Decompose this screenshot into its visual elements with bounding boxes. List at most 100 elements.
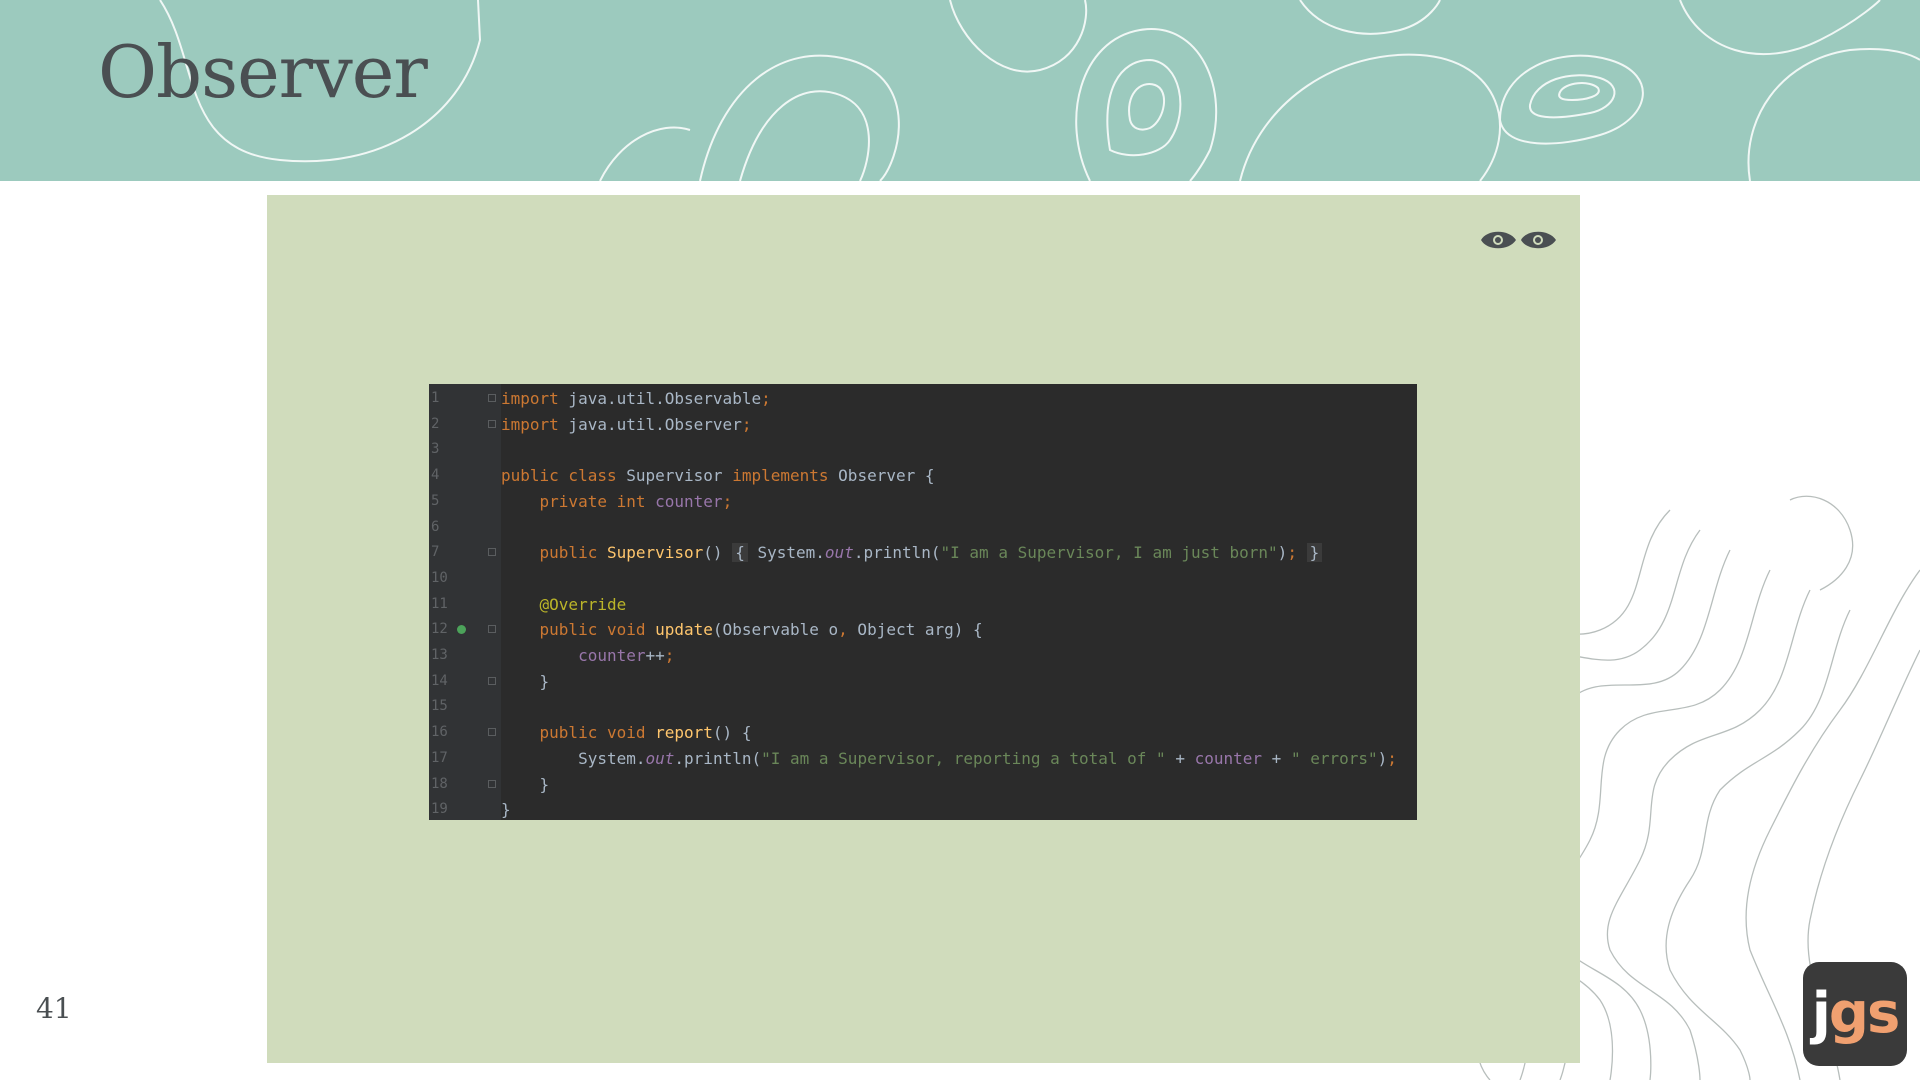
code-line: 14 }	[429, 669, 1417, 695]
code-line: 19}	[429, 797, 1417, 820]
code-token: ;	[664, 646, 675, 665]
code-token: System.	[747, 543, 825, 563]
jgs-logo: jgs	[1803, 962, 1907, 1066]
code-text: public void report() {	[501, 720, 752, 746]
code-token: )	[1377, 748, 1388, 768]
code-token: () {	[712, 723, 752, 743]
code-token: ,	[838, 620, 848, 640]
code-token: ;	[722, 491, 733, 511]
code-token: implements	[732, 466, 839, 486]
code-token: " errors"	[1290, 748, 1378, 768]
code-text: public Supervisor() { System.out.println…	[501, 540, 1323, 566]
code-text: counter++;	[501, 643, 674, 669]
code-token: ;	[1387, 748, 1397, 768]
code-text: import java.util.Observer;	[501, 412, 751, 438]
code-token: Object arg) {	[847, 620, 983, 640]
code-token: .println(	[853, 543, 941, 563]
fold-toggle-icon[interactable]	[488, 419, 496, 428]
slide-header: Observer	[0, 0, 1920, 181]
code-block: 1 import java.util.Observable; 2 import jav…	[429, 384, 1417, 820]
line-number: 4	[431, 467, 440, 484]
line-number: 17	[431, 749, 448, 766]
code-text: @Override	[501, 592, 627, 618]
line-number: 6	[431, 518, 440, 535]
code-token: private int	[539, 491, 656, 511]
code-token: (Observable o	[712, 620, 839, 640]
line-number: 18	[431, 775, 448, 792]
code-token: counter	[1194, 748, 1263, 768]
code-token: .println(	[674, 748, 762, 768]
code-token: "I am a Supervisor, I am just born"	[940, 543, 1278, 563]
override-marker-icon[interactable]	[457, 625, 466, 635]
code-token: out	[824, 543, 854, 563]
code-token: import	[501, 414, 559, 434]
code-token: System.	[501, 748, 646, 768]
code-token: ;	[741, 414, 752, 434]
code-token: +	[1262, 748, 1291, 768]
fold-toggle-icon[interactable]	[488, 779, 496, 788]
code-token: )	[1277, 543, 1288, 563]
eyes-icon	[1481, 231, 1556, 249]
line-number: 5	[431, 492, 440, 509]
code-token[interactable]: }	[1306, 543, 1323, 563]
code-line: 3	[429, 437, 1417, 463]
slide-title: Observer	[98, 30, 428, 114]
code-token: ;	[761, 389, 771, 408]
code-token: }	[501, 774, 550, 794]
code-line: 17 System.out.println("I am a Supervisor…	[429, 746, 1417, 772]
code-text: }	[501, 797, 511, 820]
code-token[interactable]: {	[732, 543, 748, 563]
code-text: private int counter;	[501, 489, 733, 515]
code-token: +	[1165, 748, 1195, 768]
code-token: Observer {	[838, 466, 935, 486]
code-line: 10	[429, 566, 1417, 592]
code-line: 12 public void update(Observable o, Obje…	[429, 617, 1417, 643]
code-line: 13 counter++;	[429, 643, 1417, 669]
slide-number: 41	[36, 992, 72, 1025]
logo-letters-gs: gs	[1828, 981, 1900, 1046]
code-token: out	[645, 748, 675, 768]
code-token: counter	[655, 491, 723, 511]
line-number: 3	[431, 441, 440, 458]
line-number: 12	[431, 621, 448, 638]
logo-letter-j: j	[1811, 981, 1831, 1046]
code-line: 18 }	[429, 772, 1417, 798]
code-token: Supervisor	[626, 466, 733, 486]
code-text: System.out.println("I am a Supervisor, r…	[501, 746, 1397, 772]
code-token: @Override	[539, 594, 627, 614]
code-text: public class Supervisor implements Obser…	[501, 463, 935, 489]
fold-toggle-icon[interactable]	[488, 394, 496, 402]
code-token: public void	[539, 723, 656, 743]
fold-toggle-icon[interactable]	[488, 548, 496, 557]
fold-toggle-icon[interactable]	[488, 676, 496, 685]
code-line: 4 public class Supervisor implements Obse…	[429, 463, 1417, 489]
line-number: 2	[431, 415, 440, 432]
line-number: 1	[431, 390, 440, 406]
code-token: Supervisor	[606, 543, 704, 563]
code-token: "I am a Supervisor, reporting a total of…	[761, 748, 1166, 768]
code-line: 15	[429, 694, 1417, 720]
fold-toggle-icon[interactable]	[488, 728, 496, 737]
code-token: update	[655, 620, 713, 640]
content-panel: 1 import java.util.Observable; 2 import jav…	[267, 195, 1580, 1063]
code-token: report	[655, 723, 713, 743]
code-token: import	[501, 389, 559, 408]
code-token: public class	[501, 466, 627, 486]
code-line: 11 @Override	[429, 592, 1417, 618]
code-text: }	[501, 669, 550, 695]
fold-toggle-icon[interactable]	[488, 625, 496, 634]
line-number: 11	[431, 595, 448, 612]
code-line: 16 public void report() {	[429, 720, 1417, 746]
code-line: 6	[429, 515, 1417, 541]
code-line: 5 private int counter;	[429, 489, 1417, 515]
code-text: import java.util.Observable;	[501, 386, 771, 412]
code-line: 1 import java.util.Observable;	[429, 386, 1417, 412]
code-line: 2 import java.util.Observer;	[429, 412, 1417, 438]
